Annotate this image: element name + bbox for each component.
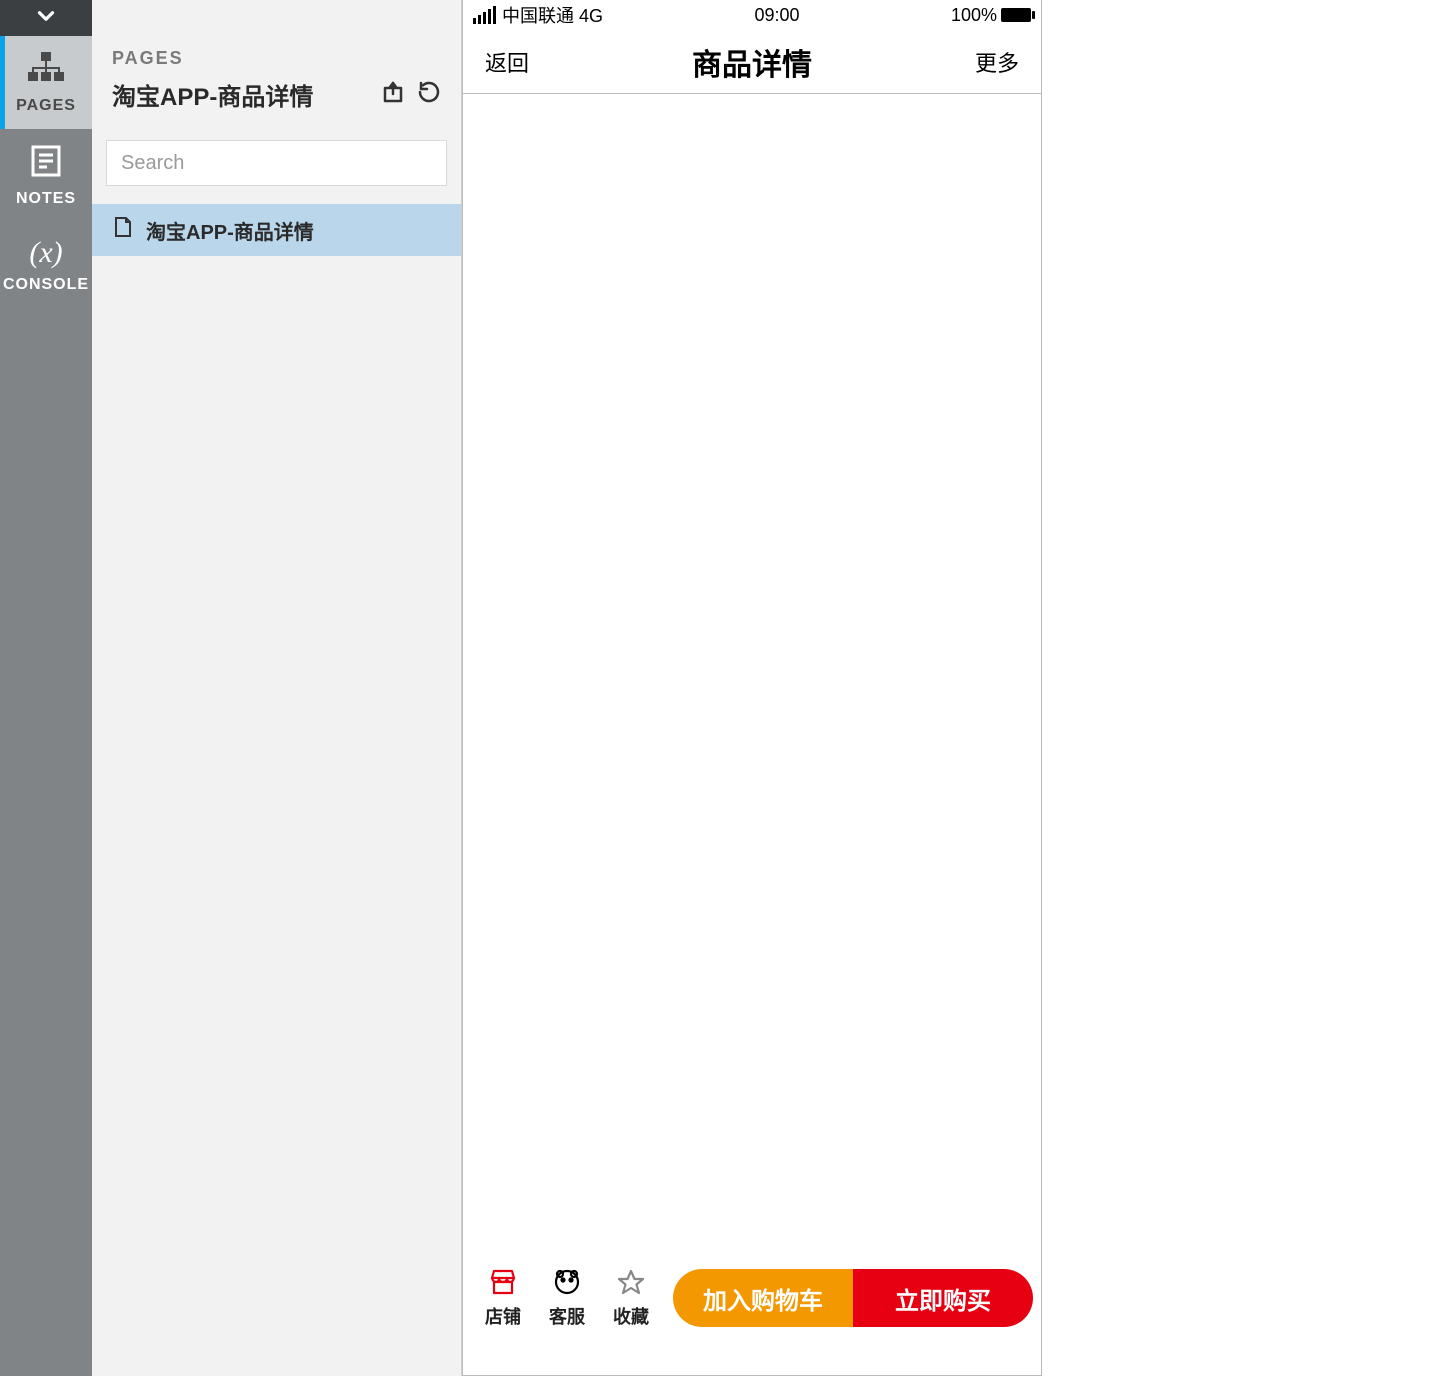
rail-pages-label: PAGES [0, 97, 92, 115]
pages-panel: PAGES 淘宝APP-商品详情 [92, 0, 462, 1376]
rail-item-pages[interactable]: PAGES [0, 36, 92, 129]
share-icon [381, 91, 405, 108]
star-icon [616, 1268, 646, 1301]
panel-eyebrow: PAGES [112, 48, 441, 69]
variable-icon: (x) [29, 236, 62, 270]
favorite-label: 收藏 [613, 1303, 649, 1329]
refresh-button[interactable] [417, 80, 441, 109]
page-item-label: 淘宝APP-商品详情 [146, 216, 314, 245]
service-icon [552, 1268, 582, 1301]
rail-collapse-button[interactable] [0, 0, 92, 36]
carrier-label: 中国联通 4G [502, 2, 603, 28]
share-button[interactable] [381, 80, 405, 109]
canvas: 中国联通 4G 09:00 100% 返回 商品详情 更多 [462, 0, 1446, 1376]
left-rail: PAGES NOTES (x) CONSOLE [0, 0, 92, 1376]
device-footer-space [463, 1337, 1041, 1375]
rail-item-console[interactable]: (x) CONSOLE [0, 222, 92, 308]
nav-title: 商品详情 [692, 40, 812, 84]
page-list: 淘宝APP-商品详情 [92, 204, 461, 256]
device-body [463, 94, 1041, 1259]
panel-title: 淘宝APP-商品详情 [112, 77, 313, 112]
page-icon [114, 216, 132, 244]
rail-notes-label: NOTES [0, 190, 92, 208]
buy-now-button[interactable]: 立即购买 [853, 1269, 1033, 1327]
rail-console-label: CONSOLE [0, 276, 92, 294]
back-button[interactable]: 返回 [485, 46, 529, 78]
favorite-button[interactable]: 收藏 [599, 1268, 663, 1329]
device-frame: 中国联通 4G 09:00 100% 返回 商品详情 更多 [462, 0, 1042, 1376]
add-to-cart-button[interactable]: 加入购物车 [673, 1269, 853, 1327]
service-button[interactable]: 客服 [535, 1268, 599, 1329]
statusbar: 中国联通 4G 09:00 100% [463, 0, 1041, 30]
shop-icon [488, 1268, 518, 1301]
battery-percent: 100% [951, 5, 997, 26]
search-input[interactable] [106, 140, 447, 186]
service-label: 客服 [549, 1303, 585, 1329]
more-button[interactable]: 更多 [975, 46, 1019, 78]
sitemap-icon [26, 50, 66, 91]
rail-item-notes[interactable]: NOTES [0, 129, 92, 222]
statusbar-time: 09:00 [754, 5, 799, 26]
search-container [92, 122, 461, 204]
panel-header: PAGES 淘宝APP-商品详情 [92, 0, 461, 122]
page-item[interactable]: 淘宝APP-商品详情 [92, 204, 461, 256]
bottombar: 店铺 客服 [463, 1259, 1041, 1337]
shop-label: 店铺 [485, 1303, 521, 1329]
notes-icon [28, 143, 64, 184]
signal-icon [473, 6, 496, 24]
chevron-down-icon [33, 3, 59, 34]
refresh-icon [417, 91, 441, 108]
navbar: 返回 商品详情 更多 [463, 30, 1041, 94]
shop-button[interactable]: 店铺 [471, 1268, 535, 1329]
battery-icon [1001, 8, 1031, 22]
